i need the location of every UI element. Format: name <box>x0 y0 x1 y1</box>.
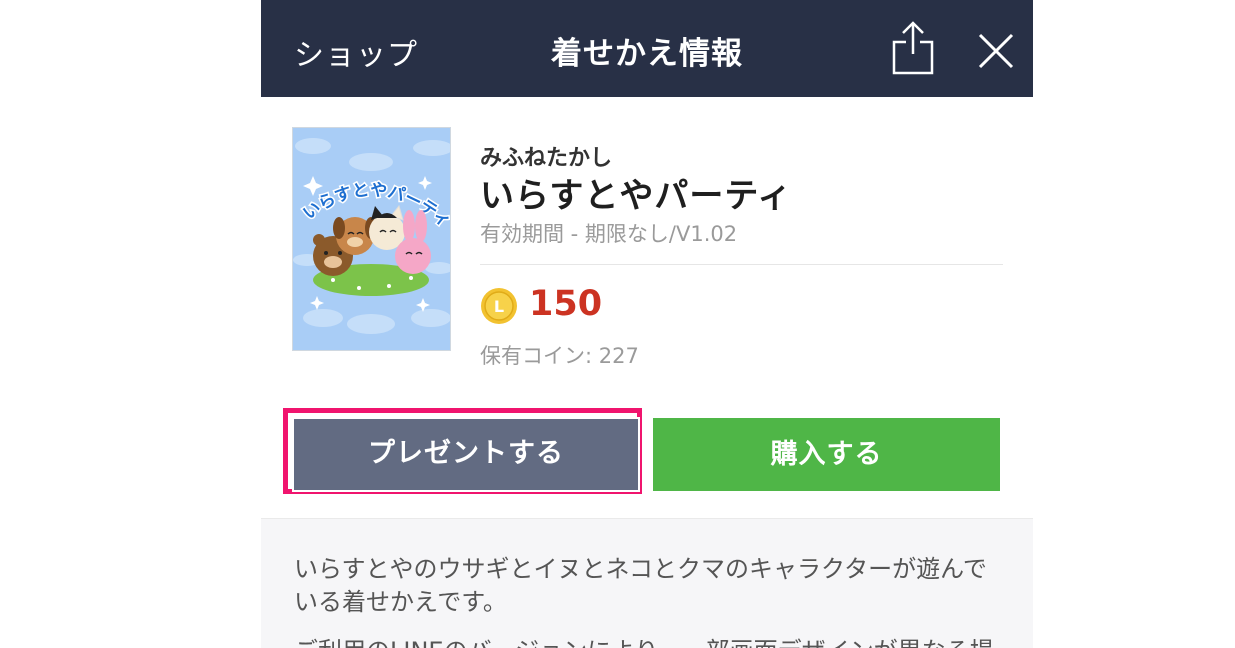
coin-letter: L <box>494 297 504 316</box>
share-icon[interactable] <box>891 20 935 76</box>
validity-info: 有効期間 - 期限なし/V1.02 <box>480 222 738 246</box>
buy-button[interactable]: 購入する <box>653 418 1000 491</box>
line-coin-icon: L <box>480 287 518 325</box>
price-value: 150 <box>529 284 603 324</box>
theme-detail-screen: ショップ 着せかえ情報 いらすとやパーテ みふねたかし いらすとやパーティ 有効… <box>261 0 1033 648</box>
present-button[interactable]: プレゼントする <box>292 417 640 492</box>
nav-header: ショップ 着せかえ情報 <box>261 0 1033 97</box>
divider <box>480 264 1003 265</box>
owned-coins: 保有コイン: 227 <box>480 344 639 368</box>
product-title: いらすとやパーティ <box>480 176 793 216</box>
description-note: ご利用のLINEのバージョンにより、一部画面デザインが異なる場 <box>294 635 1004 648</box>
close-icon[interactable] <box>977 32 1015 70</box>
description-section: いらすとやのウサギとイヌとネコとクマのキャラクターが遊んでいる着せかえです。 ご… <box>261 518 1033 648</box>
description-text: いらすとやのウサギとイヌとネコとクマのキャラクターが遊んでいる着せかえです。 <box>294 555 987 616</box>
theme-thumbnail: いらすとやパーティ <box>292 127 451 351</box>
